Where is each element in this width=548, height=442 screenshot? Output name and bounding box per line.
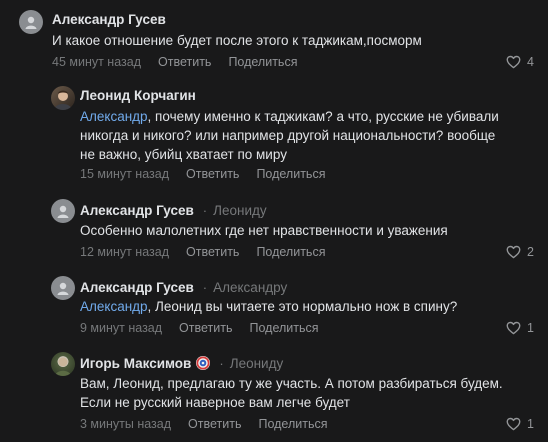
comment-text: Особенно малолетних где нет нравственнос… bbox=[80, 223, 448, 238]
comment-author[interactable]: Леонид Корчагин bbox=[80, 88, 196, 103]
share-button[interactable]: Поделиться bbox=[256, 167, 325, 181]
comment-time[interactable]: 3 минуты назад bbox=[80, 417, 171, 431]
separator-dot: · bbox=[219, 355, 224, 371]
user-photo-icon bbox=[55, 357, 71, 376]
share-button[interactable]: Поделиться bbox=[228, 55, 297, 69]
comment-text-line: Если не русский наверное вам легче будет bbox=[80, 395, 350, 410]
share-button[interactable]: Поделиться bbox=[258, 417, 327, 431]
reply-button[interactable]: Ответить bbox=[188, 417, 241, 431]
like-button[interactable]: 4 bbox=[506, 55, 534, 69]
heart-icon bbox=[506, 417, 521, 431]
avatar[interactable] bbox=[51, 86, 75, 110]
heart-icon bbox=[506, 321, 521, 335]
comment-time[interactable]: 9 минут назад bbox=[80, 321, 162, 335]
reply-to-link[interactable]: Леониду bbox=[230, 356, 284, 371]
comment-author[interactable]: Игорь Максимов bbox=[80, 356, 191, 371]
comment-text: Александр, почему именно к таджикам? а ч… bbox=[80, 107, 499, 127]
like-count: 4 bbox=[527, 55, 534, 69]
comment-text-line: , почему именно к таджикам? а что, русск… bbox=[147, 109, 499, 124]
user-silhouette-icon bbox=[25, 16, 37, 29]
comment-text-line: , Леонид вы читаете это нормально нож в … bbox=[147, 299, 458, 314]
reply-button[interactable]: Ответить bbox=[179, 321, 232, 335]
like-count: 1 bbox=[527, 321, 534, 335]
comment-text-line: Вам, Леонид, предлагаю ту же участь. А п… bbox=[80, 376, 503, 391]
avatar[interactable] bbox=[51, 199, 75, 223]
heart-icon bbox=[506, 55, 521, 69]
like-count: 1 bbox=[527, 417, 534, 431]
like-button[interactable]: 1 bbox=[506, 417, 534, 431]
avatar[interactable] bbox=[51, 352, 75, 376]
user-silhouette-icon bbox=[57, 205, 69, 218]
comment-time[interactable]: 45 минут назад bbox=[52, 55, 141, 69]
share-button[interactable]: Поделиться bbox=[249, 321, 318, 335]
comment-time[interactable]: 12 минут назад bbox=[80, 245, 169, 259]
mention-link[interactable]: Александр bbox=[80, 299, 148, 314]
share-button[interactable]: Поделиться bbox=[256, 245, 325, 259]
avatar[interactable] bbox=[19, 10, 43, 34]
heart-icon bbox=[506, 245, 521, 259]
comment-author[interactable]: Александр Гусев bbox=[80, 280, 194, 295]
separator-dot: · bbox=[202, 202, 208, 218]
reply-to-link[interactable]: Леониду bbox=[213, 203, 267, 218]
reply-to-link[interactable]: Александру bbox=[213, 280, 287, 295]
comment-text-line: не важно, убийц хватает по миру bbox=[80, 147, 287, 162]
comment-text: Александр, Леонид вы читаете это нормаль… bbox=[80, 297, 457, 317]
like-button[interactable]: 1 bbox=[506, 321, 534, 335]
comment-text-line: никогда и никого? или например другой на… bbox=[80, 128, 496, 143]
comment-author[interactable]: Александр Гусев bbox=[80, 203, 194, 218]
like-count: 2 bbox=[527, 245, 534, 259]
mention-link[interactable]: Александр bbox=[80, 109, 148, 124]
comment-author[interactable]: Александр Гусев bbox=[52, 12, 166, 27]
reply-button[interactable]: Ответить bbox=[186, 167, 239, 181]
separator-dot: · bbox=[202, 279, 208, 295]
like-button[interactable]: 2 bbox=[506, 245, 534, 259]
user-photo-icon bbox=[54, 90, 72, 110]
captain-shield-icon bbox=[196, 356, 211, 370]
reply-button[interactable]: Ответить bbox=[158, 55, 211, 69]
comment-time[interactable]: 15 минут назад bbox=[80, 167, 169, 181]
avatar[interactable] bbox=[51, 276, 75, 300]
comment-text: И какое отношение будет после этого к та… bbox=[52, 33, 422, 48]
user-silhouette-icon bbox=[57, 282, 69, 295]
reply-button[interactable]: Ответить bbox=[186, 245, 239, 259]
